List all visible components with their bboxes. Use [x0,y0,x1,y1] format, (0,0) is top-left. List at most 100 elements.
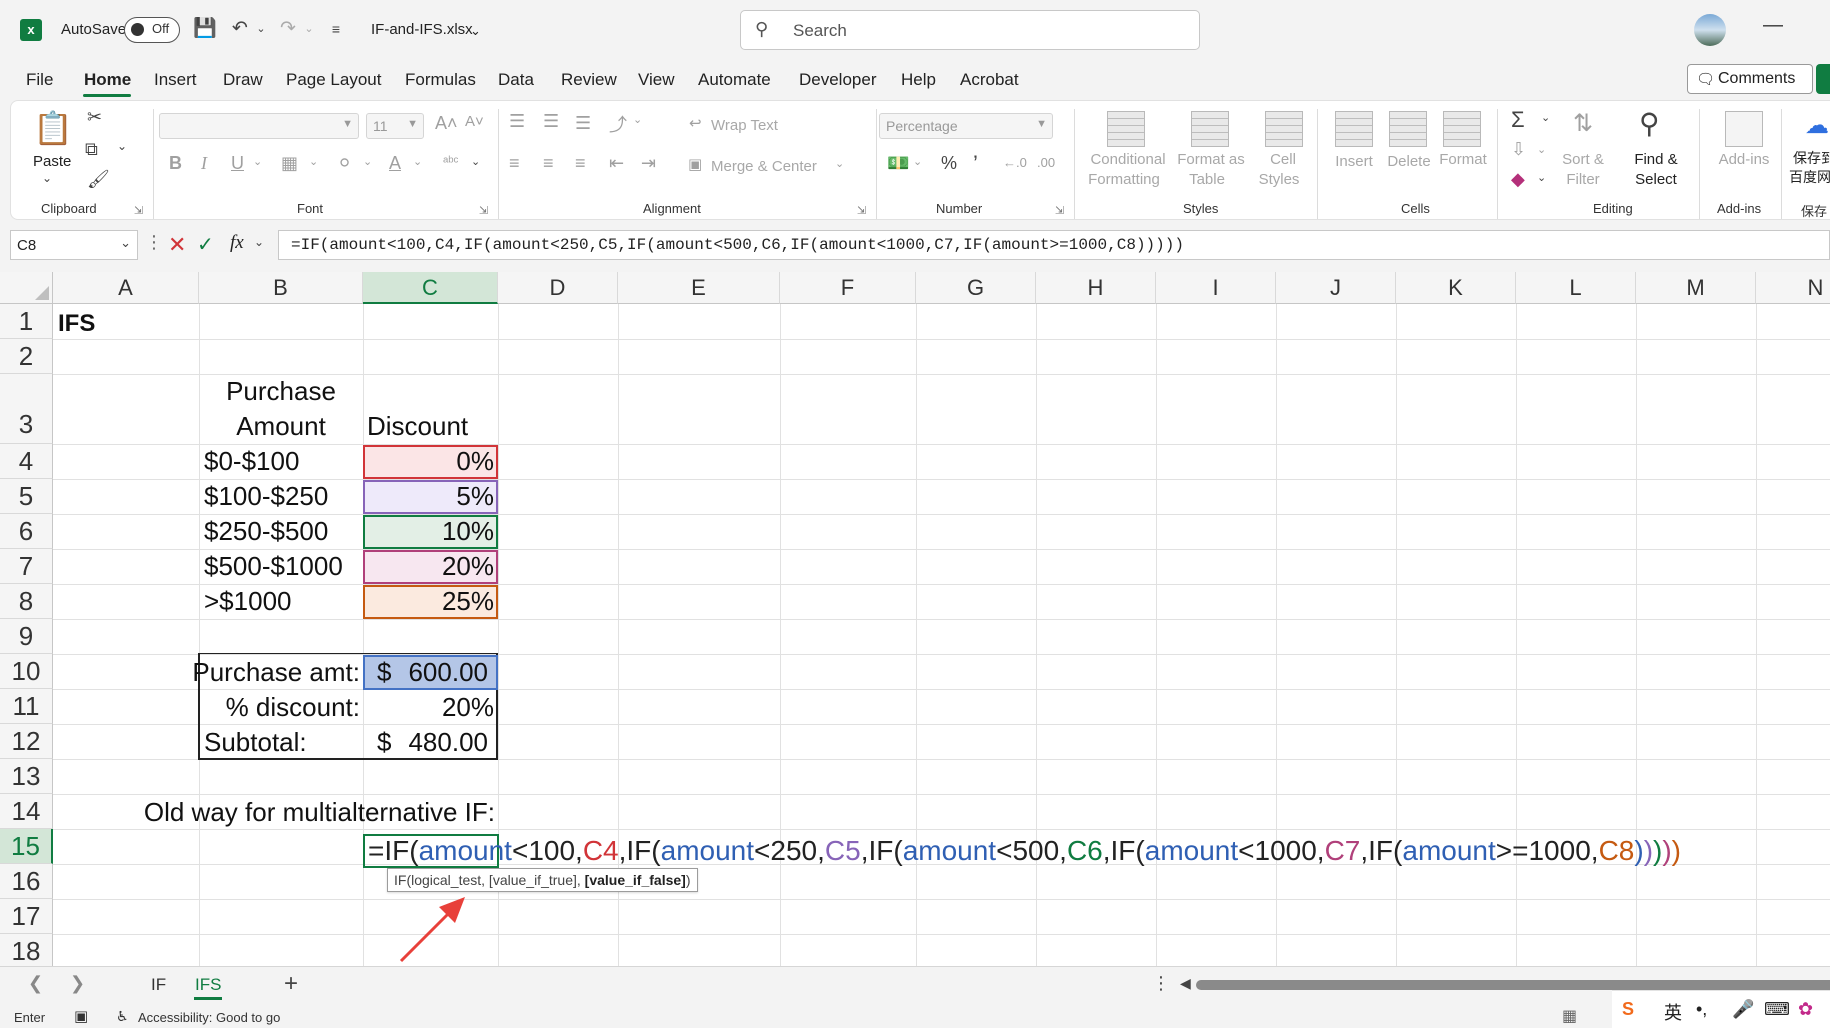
search-box[interactable]: ⚲ Search [740,10,1200,50]
accounting-dropdown-icon[interactable]: ⌄ [913,155,922,168]
fill-dropdown-icon[interactable]: ⌄ [363,155,372,168]
decrease-decimal-icon[interactable]: .00 [1037,155,1055,170]
align-bottom-icon[interactable]: ☰ [575,113,591,134]
underline-dropdown-icon[interactable]: ⌄ [253,155,262,168]
sort-filter-line1[interactable]: Sort & [1555,151,1611,169]
row-header[interactable]: 16 [0,864,53,899]
file-name[interactable]: IF-and-IFS.xlsx [371,21,473,38]
align-right-icon[interactable]: ≡ [575,153,586,174]
cell-a1[interactable]: IFS [58,309,95,339]
cell-b3-line1[interactable]: Purchase [199,376,363,406]
baidu-save-line2[interactable]: 百度网 [1789,168,1830,186]
phonetic-dropdown-icon[interactable]: ⌄ [471,155,480,168]
tab-page-layout[interactable]: Page Layout [286,70,381,90]
font-color-dropdown-icon[interactable]: ⌄ [413,155,422,168]
column-header[interactable]: B [199,272,363,304]
customize-toolbar-icon[interactable]: ≡ [326,14,346,44]
baidu-save-line1[interactable]: 保存到 [1793,149,1830,167]
number-format-combo[interactable]: Percentage ▼ [879,113,1053,139]
cell-b4[interactable]: $0-$100 [204,446,299,476]
column-header[interactable]: E [618,272,780,304]
horizontal-scrollbar[interactable] [1196,980,1830,990]
copy-icon[interactable]: ⧉ [85,139,98,160]
sheet-tab-ifs[interactable]: IFS [195,975,221,995]
tab-automate[interactable]: Automate [698,70,771,90]
formula-bar-handle-icon[interactable]: ⋮ [145,232,163,253]
cell-c3[interactable]: Discount [367,411,468,441]
format-as-table-line1[interactable]: Format as [1175,151,1247,169]
cell-c12[interactable]: 480.00 [400,727,488,757]
orientation-icon[interactable]: ⤴ [609,111,627,137]
row-header[interactable]: 1 [0,304,53,339]
cell-b3-line2[interactable]: Amount [199,411,363,441]
orientation-dropdown-icon[interactable]: ⌄ [633,113,642,126]
decrease-indent-icon[interactable]: ⇤ [609,153,624,174]
fx-dropdown-icon[interactable]: ⌄ [254,235,264,249]
accounting-format-icon[interactable]: 💵 [887,153,909,174]
column-header[interactable]: M [1636,272,1756,304]
addins-button[interactable]: Add-ins [1713,151,1775,169]
align-center-icon[interactable]: ≡ [543,153,554,174]
row-header[interactable]: 15 [0,829,53,864]
number-launcher-icon[interactable]: ⇲ [1055,204,1064,217]
borders-dropdown-icon[interactable]: ⌄ [309,155,318,168]
row-header[interactable]: 8 [0,584,53,619]
row-header[interactable]: 9 [0,619,53,654]
cell-c11[interactable]: 20% [363,692,494,722]
accessibility-status[interactable]: Accessibility: Good to go [138,1010,280,1025]
comma-style-icon[interactable]: ’ [973,151,978,177]
skin-icon[interactable]: ✿ [1798,999,1813,1020]
cell-b5[interactable]: $100-$250 [204,481,328,511]
confirm-entry-icon[interactable]: ✓ [197,232,214,257]
save-icon[interactable]: 💾 [192,14,218,44]
tab-help[interactable]: Help [901,70,936,90]
decrease-font-icon[interactable]: A˅ [465,113,484,130]
tab-insert[interactable]: Insert [154,70,197,90]
minimize-icon[interactable]: — [1763,14,1783,37]
select-all-corner[interactable] [0,272,53,304]
font-name-combo[interactable]: ▼ [159,113,359,139]
merge-center-button[interactable]: Merge & Center [711,158,817,176]
cell-b12[interactable]: Subtotal: [204,727,307,757]
undo-dropdown-icon[interactable]: ⌄ [254,14,268,44]
font-color-icon[interactable]: A [389,153,401,174]
filename-chevron-icon[interactable]: ⌄ [470,23,481,39]
comments-button[interactable]: 🗨 Comments [1687,64,1813,94]
cell-b14[interactable]: Old way for multialternative IF: [60,797,495,827]
sogou-icon[interactable]: S [1622,999,1634,1020]
column-header[interactable]: G [916,272,1036,304]
format-as-table-line2[interactable]: Table [1171,171,1243,189]
cell-c7[interactable]: 20% [363,551,494,581]
fill-color-icon[interactable]: ⚪ [337,153,352,174]
column-header[interactable]: A [53,272,199,304]
cell-b7[interactable]: $500-$1000 [204,551,343,581]
tab-formulas[interactable]: Formulas [405,70,476,90]
clipboard-launcher-icon[interactable]: ⇲ [134,204,143,217]
ime-lang[interactable]: 英 [1664,999,1682,1025]
column-header[interactable]: N [1756,272,1830,304]
worksheet-grid[interactable]: A B C D E F G H I J K L M N 1 2 3 4 5 6 … [0,272,1830,966]
cell-b6[interactable]: $250-$500 [204,516,328,546]
italic-icon[interactable]: I [201,153,207,174]
name-box[interactable]: C8 ⌄ [10,230,138,260]
cell-c5[interactable]: 5% [363,481,494,511]
column-header[interactable]: J [1276,272,1396,304]
row-header[interactable]: 7 [0,549,53,584]
wrap-text-button[interactable]: Wrap Text [711,117,778,135]
avatar[interactable] [1694,14,1726,46]
row-header[interactable]: 3 [0,374,53,444]
column-header[interactable]: I [1156,272,1276,304]
row-header[interactable]: 14 [0,794,53,829]
borders-icon[interactable]: ▦ [281,153,298,174]
cell-styles-line1[interactable]: Cell [1255,151,1311,169]
bold-icon[interactable]: B [169,153,182,174]
tab-developer[interactable]: Developer [799,70,877,90]
conditional-formatting-line2[interactable]: Formatting [1079,171,1169,189]
column-header[interactable]: H [1036,272,1156,304]
alignment-launcher-icon[interactable]: ⇲ [857,204,866,217]
cell-c6[interactable]: 10% [363,516,494,546]
column-header[interactable]: F [780,272,916,304]
cell-c15-edit-formula[interactable]: =IF(amount<100,C4,IF(amount<250,C5,IF(am… [368,835,1681,867]
next-sheet-icon[interactable]: ❯ [70,973,85,994]
align-middle-icon[interactable]: ☰ [543,111,559,132]
